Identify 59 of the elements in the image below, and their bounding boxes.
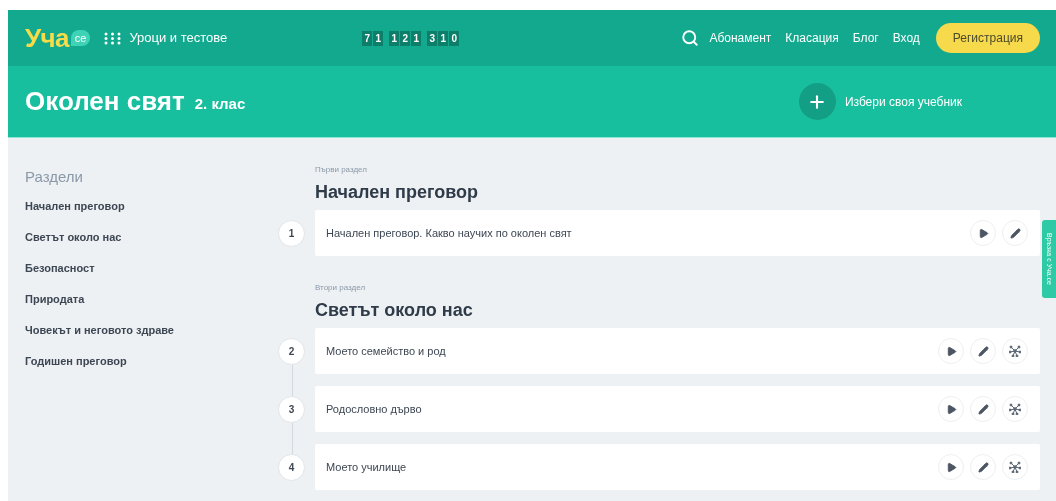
lesson-number: 3: [278, 395, 305, 423]
edit-button[interactable]: [970, 396, 996, 422]
lesson-title: Родословно дърво: [326, 401, 422, 417]
play-icon: [945, 403, 957, 415]
grade-label: 2. клас: [194, 94, 246, 115]
mind-map-button[interactable]: [1002, 396, 1028, 422]
pencil-icon: [977, 403, 989, 415]
sidebar-item[interactable]: Природата: [25, 291, 278, 307]
sidebar-item[interactable]: Годишен преговор: [25, 353, 278, 369]
sidebar-item[interactable]: Човекът и неговото здраве: [25, 322, 278, 338]
lesson-number: 4: [278, 453, 305, 481]
sidebar-heading: Раздели: [25, 167, 84, 187]
section-label: Втори раздел: [315, 282, 367, 294]
play-button[interactable]: [970, 220, 996, 246]
grid-dots-icon: [104, 31, 122, 45]
counter-digit: 1: [438, 30, 449, 46]
lesson-title: Моето училище: [326, 459, 407, 475]
edit-button[interactable]: [1002, 220, 1028, 246]
section-title: Начален преговор: [315, 181, 480, 204]
edit-button[interactable]: [970, 338, 996, 364]
lesson-number: 2: [278, 337, 305, 365]
play-icon: [945, 345, 957, 357]
section-label: Първи раздел: [315, 164, 368, 176]
search-icon[interactable]: [681, 29, 700, 47]
counter-digit: 1: [373, 30, 384, 46]
sidebar-item[interactable]: Начален преговор: [25, 198, 278, 214]
plus-icon: [798, 83, 836, 120]
lesson-card[interactable]: Моето семейство и род: [315, 328, 1040, 374]
counter-digit: 0: [449, 30, 460, 46]
edit-button[interactable]: [970, 454, 996, 480]
lesson-card[interactable]: Начален преговор. Какво научих по околен свят: [315, 210, 1040, 256]
section-title: Светът около нас: [315, 299, 474, 322]
play-button[interactable]: [938, 396, 964, 422]
pencil-icon: [977, 345, 989, 357]
register-button[interactable]: Регистрация: [935, 23, 1040, 53]
play-button[interactable]: [938, 338, 964, 364]
pencil-icon: [977, 461, 989, 473]
network-icon: [1009, 345, 1021, 357]
counter-digit: 7: [362, 30, 373, 46]
mind-map-button[interactable]: [1002, 454, 1028, 480]
lesson-title: Начален преговор. Какво научих по околен свят: [326, 225, 572, 241]
play-button[interactable]: [938, 454, 964, 480]
counter-digit: 3: [427, 30, 438, 46]
network-icon: [1009, 403, 1021, 415]
lesson-card[interactable]: Родословно дърво: [315, 386, 1040, 432]
lesson-number: 1: [278, 219, 305, 247]
pencil-icon: [1009, 227, 1021, 239]
counter-digit: 1: [389, 30, 400, 46]
network-icon: [1009, 461, 1021, 473]
subject-title: Околен свят: [25, 85, 185, 118]
lesson-title: Моето семейство и род: [326, 343, 446, 359]
play-icon: [977, 227, 989, 239]
counter-digit: 1: [411, 30, 422, 46]
mind-map-button[interactable]: [1002, 338, 1028, 364]
counter-digit: 2: [400, 30, 411, 46]
sidebar-item[interactable]: Безопасност: [25, 260, 278, 276]
play-icon: [945, 461, 957, 473]
sidebar-item[interactable]: Светът около нас: [25, 229, 278, 245]
lesson-card[interactable]: Моето училище: [315, 444, 1040, 490]
